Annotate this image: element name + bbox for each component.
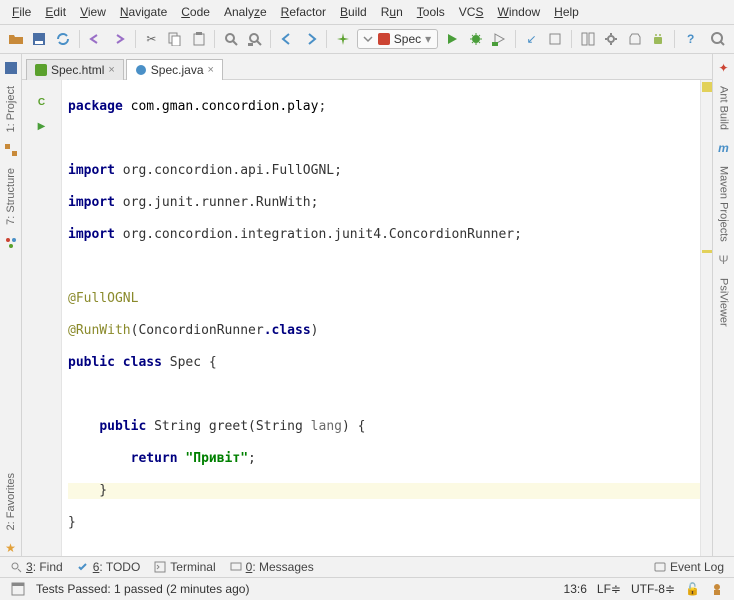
open-icon[interactable]	[6, 28, 26, 50]
warning-marker[interactable]	[702, 250, 712, 253]
run-gutter-icon[interactable]: ▶	[22, 119, 61, 135]
project-icon	[3, 60, 19, 76]
forward-icon[interactable]	[301, 28, 321, 50]
editor-tabs: Spec.html × Spec.java ×	[22, 54, 712, 80]
editor-area: Spec.html × Spec.java × C ▶ package com.…	[22, 54, 712, 556]
paste-icon[interactable]	[189, 28, 209, 50]
search-icon	[10, 561, 22, 573]
menu-code[interactable]: Code	[175, 3, 216, 21]
java-file-icon	[135, 64, 147, 76]
save-all-icon[interactable]	[30, 28, 50, 50]
status-bar: Tests Passed: 1 passed (2 minutes ago) 1…	[0, 578, 734, 600]
menu-build[interactable]: Build	[334, 3, 373, 21]
tool-psi[interactable]: PsiViewer	[718, 274, 730, 331]
tool-todo[interactable]: 6: TODO	[77, 560, 141, 574]
terminal-icon	[154, 561, 166, 573]
refresh-gutter-icon[interactable]: C	[22, 95, 61, 111]
close-icon[interactable]: ×	[108, 64, 114, 76]
tab-spec-html[interactable]: Spec.html ×	[26, 59, 124, 80]
tool-terminal[interactable]: Terminal	[154, 560, 215, 574]
android-icon[interactable]	[648, 28, 668, 50]
vcs-commit-icon[interactable]	[545, 28, 565, 50]
analysis-status-icon	[702, 82, 712, 92]
menu-refactor[interactable]: Refactor	[275, 3, 332, 21]
code-editor[interactable]: package com.gman.concordion.play; import…	[62, 80, 700, 556]
lock-icon[interactable]: 🔓	[685, 582, 700, 596]
help-icon[interactable]: ?	[681, 28, 701, 50]
settings-icon[interactable]	[601, 28, 621, 50]
status-line-ending[interactable]: LF≑	[597, 582, 621, 596]
psi-icon: Ψ	[716, 252, 732, 268]
menu-navigate[interactable]: Navigate	[114, 3, 173, 21]
tool-project[interactable]: 1: Project	[5, 82, 17, 136]
log-icon	[654, 561, 666, 573]
menu-file[interactable]: File	[6, 3, 37, 21]
coverage-icon[interactable]	[489, 28, 509, 50]
undo-icon[interactable]	[86, 28, 106, 50]
debug-icon[interactable]	[466, 28, 486, 50]
search-everywhere-icon[interactable]	[708, 28, 728, 50]
status-text: Tests Passed: 1 passed (2 minutes ago)	[36, 582, 554, 596]
left-tool-strip: 1: Project 7: Structure 2: Favorites ★	[0, 54, 22, 556]
run-config-selector[interactable]: Spec ▾	[357, 29, 438, 49]
tool-ant[interactable]: Ant Build	[718, 82, 730, 134]
menu-help[interactable]: Help	[548, 3, 585, 21]
bottom-tool-bar: 3: Find 6: TODO Terminal 0: Messages Eve…	[0, 557, 734, 578]
tab-label: Spec.java	[151, 63, 204, 77]
status-line-col[interactable]: 13:6	[564, 582, 587, 596]
hierarchy-icon	[3, 235, 19, 251]
menu-view[interactable]: View	[74, 3, 112, 21]
menu-run[interactable]: Run	[375, 3, 409, 21]
star-icon: ★	[3, 540, 19, 556]
main-area: 1: Project 7: Structure 2: Favorites ★ S…	[0, 54, 734, 557]
tab-spec-java[interactable]: Spec.java ×	[126, 59, 223, 80]
structure-tool-icon	[3, 142, 19, 158]
todo-icon	[77, 561, 89, 573]
status-tool-icon[interactable]	[10, 581, 26, 597]
tool-messages[interactable]: 0: Messages	[230, 560, 314, 574]
right-tool-strip: ✦ Ant Build m Maven Projects Ψ PsiViewer	[712, 54, 734, 556]
back-icon[interactable]	[277, 28, 297, 50]
sdk-icon[interactable]	[625, 28, 645, 50]
chevron-down-icon: ▾	[425, 32, 431, 46]
make-icon[interactable]	[333, 28, 353, 50]
redo-icon[interactable]	[109, 28, 129, 50]
replace-icon[interactable]	[245, 28, 265, 50]
junit-icon	[378, 33, 390, 45]
html-file-icon	[35, 64, 47, 76]
maven-icon: m	[716, 140, 732, 156]
run-config-label: Spec	[394, 32, 421, 46]
structure-icon[interactable]	[578, 28, 598, 50]
tool-maven[interactable]: Maven Projects	[718, 162, 730, 246]
menu-window[interactable]: Window	[491, 3, 546, 21]
error-stripe[interactable]	[700, 80, 712, 556]
menu-tools[interactable]: Tools	[411, 3, 451, 21]
vcs-update-icon[interactable]: ↙	[522, 28, 542, 50]
menu-analyze[interactable]: Analyze	[218, 3, 273, 21]
menu-vcs[interactable]: VCS	[453, 3, 490, 21]
editor-row: C ▶ package com.gman.concordion.play; im…	[22, 80, 712, 556]
editor-gutter[interactable]: C ▶	[22, 80, 62, 556]
ant-icon: ✦	[716, 60, 732, 76]
sync-icon[interactable]	[53, 28, 73, 50]
close-icon[interactable]: ×	[208, 64, 214, 76]
copy-icon[interactable]	[165, 28, 185, 50]
tool-structure[interactable]: 7: Structure	[5, 164, 17, 229]
arrow-down-icon	[362, 33, 374, 45]
tool-eventlog[interactable]: Event Log	[654, 560, 724, 574]
menu-bar: File Edit View Navigate Code Analyze Ref…	[0, 0, 734, 25]
find-icon[interactable]	[221, 28, 241, 50]
messages-icon	[230, 561, 242, 573]
status-encoding[interactable]: UTF-8≑	[631, 582, 675, 596]
run-icon[interactable]	[442, 28, 462, 50]
tool-find[interactable]: 3: Find	[10, 560, 63, 574]
tool-favorites[interactable]: 2: Favorites	[5, 469, 17, 534]
menu-edit[interactable]: Edit	[39, 3, 72, 21]
cut-icon[interactable]: ✂	[142, 28, 162, 50]
hector-icon[interactable]	[710, 582, 724, 596]
main-toolbar: ✂ Spec ▾ ↙ ?	[0, 25, 734, 54]
tab-label: Spec.html	[51, 63, 104, 77]
